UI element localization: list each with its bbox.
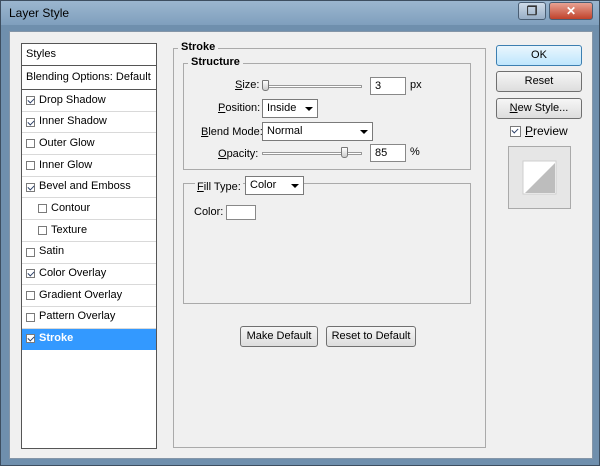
style-item-label: Gradient Overlay (39, 288, 123, 301)
fill-type-select[interactable]: Color (245, 176, 304, 195)
style-checkbox[interactable] (38, 204, 47, 214)
title-bar[interactable]: Layer Style ❐ ✕ (1, 1, 599, 25)
reset-to-default-button[interactable]: Reset to Default (326, 326, 416, 347)
fill-group: Fill Type: Color Color: (183, 176, 471, 304)
style-item-outer-glow[interactable]: Outer Glow (22, 133, 156, 156)
style-checkbox[interactable] (26, 312, 35, 322)
styles-header[interactable]: Styles (22, 44, 156, 66)
close-button[interactable]: ✕ (549, 2, 593, 20)
style-item-gradient-overlay[interactable]: Gradient Overlay (22, 285, 156, 307)
chevron-down-icon (291, 184, 299, 188)
style-item-inner-shadow[interactable]: Inner Shadow (22, 112, 156, 134)
style-checkbox[interactable] (26, 95, 35, 105)
stroke-group: Stroke Structure Size: 3 px Position: In… (173, 41, 486, 448)
style-item-label: Texture (51, 223, 88, 236)
style-checkbox[interactable] (26, 139, 35, 149)
size-input[interactable]: 3 (370, 77, 406, 95)
style-checkbox[interactable] (26, 182, 35, 192)
stroke-group-title: Stroke (178, 41, 219, 53)
position-select[interactable]: Inside (262, 99, 318, 118)
opacity-label: Opacity: (218, 148, 259, 160)
opacity-input[interactable]: 85 (370, 144, 406, 162)
style-checkbox[interactable] (38, 225, 47, 235)
chevron-down-icon (305, 107, 313, 111)
style-item-label: Bevel and Emboss (39, 180, 131, 193)
style-checkbox[interactable] (26, 334, 35, 344)
style-item-color-overlay[interactable]: Color Overlay (22, 264, 156, 286)
style-item-label: Pattern Overlay (39, 310, 116, 323)
close-icon: ✕ (565, 4, 577, 18)
opacity-slider-thumb[interactable] (341, 147, 349, 158)
dialog-body: Styles Blending Options: Default Drop Sh… (9, 31, 593, 459)
blending-options-item[interactable]: Blending Options: Default (22, 66, 156, 90)
style-checkbox[interactable] (26, 117, 35, 127)
style-item-label: Stroke (39, 332, 74, 345)
style-checkbox[interactable] (26, 291, 35, 301)
style-item-bevel-and-emboss[interactable]: Bevel and Emboss (22, 177, 156, 199)
opacity-unit: % (410, 146, 420, 158)
style-checkbox[interactable] (26, 247, 35, 257)
chevron-down-icon (360, 130, 368, 134)
styles-panel: Styles Blending Options: Default Drop Sh… (21, 43, 157, 449)
make-default-button[interactable]: Make Default (240, 326, 318, 347)
style-items-list: Drop Shadow Inner Shadow Outer Glow Inner G… (22, 90, 156, 351)
style-item-label: Satin (39, 245, 65, 258)
blend-mode-label: Blend Mode: (201, 126, 263, 138)
structure-group-title: Structure (188, 56, 243, 68)
style-item-texture[interactable]: Texture (22, 220, 156, 242)
preview-thumbnail (522, 160, 557, 195)
size-label: Size: (235, 79, 260, 91)
style-item-label: Drop Shadow (39, 93, 106, 106)
blend-mode-value: Normal (267, 125, 303, 137)
restore-icon: ❐ (526, 4, 538, 18)
structure-group: Structure Size: 3 px Position: Inside Bl… (183, 56, 471, 170)
preview-checkbox[interactable] (510, 125, 521, 137)
style-item-label: Inner Glow (39, 158, 93, 171)
blend-mode-select[interactable]: Normal (262, 122, 373, 141)
layer-style-window: Layer Style ❐ ✕ Styles Blending Options:… (0, 0, 600, 466)
style-item-contour[interactable]: Contour (22, 198, 156, 221)
style-checkbox[interactable] (26, 269, 35, 279)
ok-button[interactable]: OK (496, 45, 582, 66)
new-style-button[interactable]: New Style... (496, 98, 582, 119)
style-item-label: Outer Glow (39, 136, 95, 149)
style-item-drop-shadow[interactable]: Drop Shadow (22, 90, 156, 112)
style-preview (508, 146, 571, 209)
style-item-stroke[interactable]: Stroke (22, 328, 156, 351)
fill-type-value: Color (250, 179, 277, 191)
restore-button[interactable]: ❐ (518, 2, 546, 20)
style-checkbox[interactable] (26, 160, 35, 170)
position-label: Position: (218, 102, 261, 114)
size-slider-track[interactable] (262, 85, 362, 88)
color-label: Color: (194, 206, 224, 218)
fill-type-label: Fill Type: (195, 181, 243, 193)
style-item-pattern-overlay[interactable]: Pattern Overlay (22, 307, 156, 329)
style-item-inner-glow[interactable]: Inner Glow (22, 155, 156, 177)
style-item-satin[interactable]: Satin (22, 242, 156, 264)
window-title: Layer Style (9, 6, 70, 20)
size-slider-thumb[interactable] (262, 80, 269, 91)
style-item-label: Inner Shadow (39, 115, 107, 128)
style-item-label: Color Overlay (39, 267, 107, 279)
stroke-color-swatch[interactable] (226, 205, 256, 220)
preview-label: Preview (525, 124, 568, 138)
reset-button[interactable]: Reset (496, 71, 582, 92)
preview-toggle[interactable]: Preview (510, 124, 568, 138)
style-item-label: Contour (51, 201, 91, 214)
size-unit: px (410, 79, 422, 91)
position-value: Inside (267, 102, 297, 114)
